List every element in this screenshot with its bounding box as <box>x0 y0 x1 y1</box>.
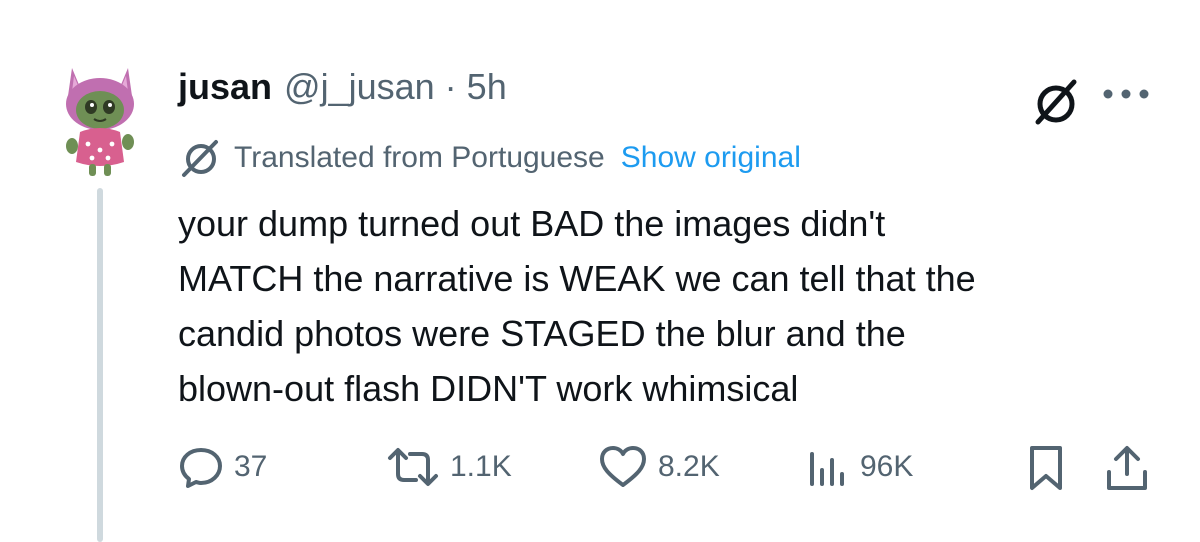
bookmark-icon <box>1030 446 1062 490</box>
like-count: 8.2K <box>658 450 720 483</box>
display-name[interactable]: jusan <box>178 66 272 108</box>
separator-dot: · <box>444 66 457 107</box>
share-button[interactable] <box>1104 444 1150 494</box>
share-icon <box>1107 446 1147 490</box>
tweet-text: your dump turned out BAD the images didn… <box>178 196 1168 416</box>
tweet-text-line: MATCH the narrative is WEAK we can tell … <box>178 258 976 299</box>
action-bar: 37 1.1K 8.2K 96K <box>178 444 1178 494</box>
grok-button[interactable] <box>1032 78 1080 126</box>
views-icon <box>810 452 844 486</box>
like-button[interactable]: 8.2K <box>598 444 720 490</box>
heart-icon <box>600 446 646 487</box>
bookmark-button[interactable] <box>1026 444 1066 494</box>
translated-label: Translated from Portuguese <box>234 141 605 174</box>
tweet-text-line: candid photos were STAGED the blur and t… <box>178 313 906 354</box>
views-count: 96K <box>860 450 914 483</box>
reply-icon <box>180 448 222 488</box>
grok-translate-icon <box>182 140 218 177</box>
reply-count: 37 <box>234 450 268 483</box>
repost-button[interactable]: 1.1K <box>386 444 512 490</box>
views-button[interactable]: 96K <box>806 444 913 490</box>
thread-connector-line <box>97 188 103 542</box>
grok-icon <box>1035 79 1077 125</box>
reply-button[interactable]: 37 <box>178 444 267 490</box>
user-handle[interactable]: @j_jusan <box>284 66 435 108</box>
avatar[interactable] <box>62 62 138 178</box>
repost-count: 1.1K <box>450 450 512 483</box>
cat-avatar-icon <box>66 68 134 176</box>
timestamp[interactable]: 5h <box>467 66 507 108</box>
translation-bar: Translated from Portuguese Show original <box>178 138 801 178</box>
repost-icon <box>388 448 438 486</box>
show-original-link[interactable]: Show original <box>621 141 801 175</box>
tweet-text-line: your dump turned out BAD the images didn… <box>178 203 886 244</box>
more-options-button[interactable] <box>1100 84 1152 104</box>
tweet-header: jusan @j_jusan · 5h <box>178 66 507 108</box>
more-icon <box>1103 89 1149 99</box>
tweet-text-line: blown-out flash DIDN'T work whimsical <box>178 368 799 409</box>
